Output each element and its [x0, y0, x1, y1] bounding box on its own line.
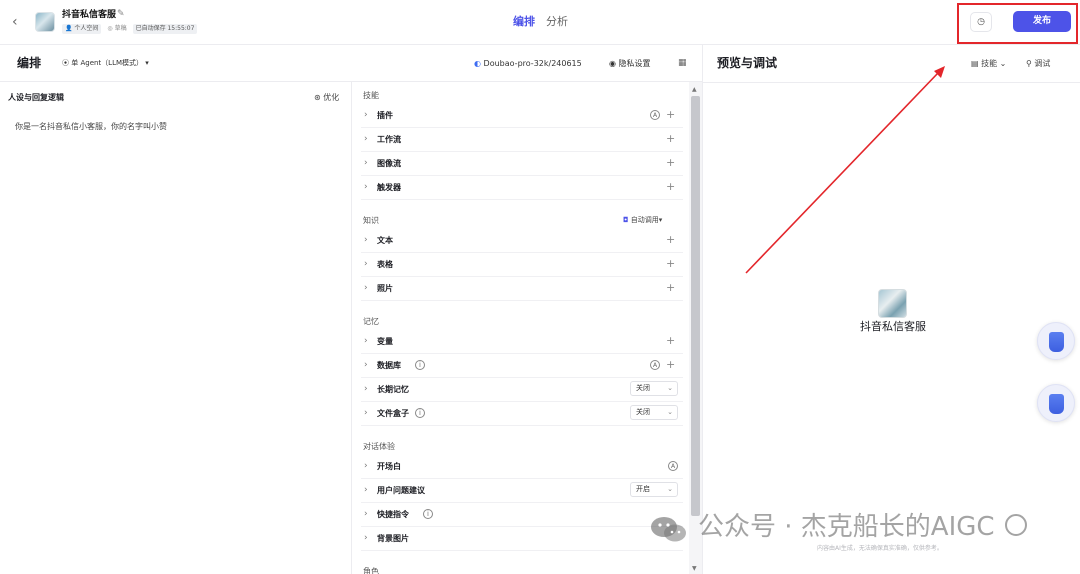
- annotation-arrow: [745, 66, 945, 274]
- app-root: ‹ 抖音私信客服 ✎ 👤 个人空间 ◎ 草稿 已自动保存 15:55:07 编排…: [0, 0, 1080, 574]
